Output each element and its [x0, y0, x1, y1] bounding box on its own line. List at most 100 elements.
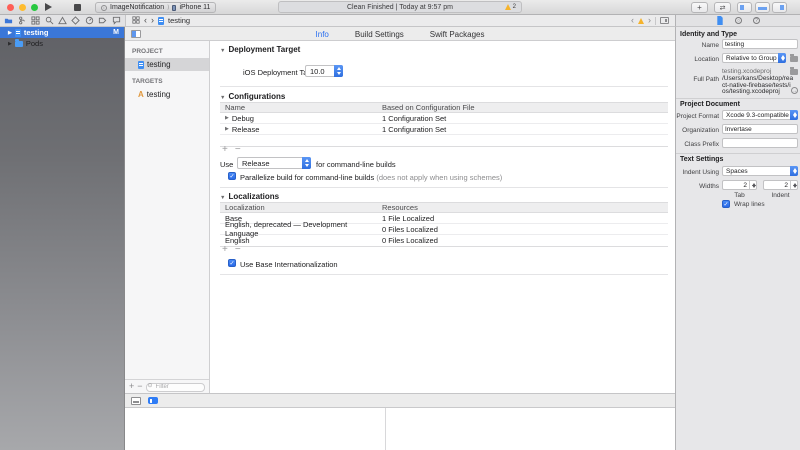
previous-issue-button[interactable]: ‹ — [631, 16, 634, 25]
inspector-panel-icon — [780, 5, 784, 10]
window-controls — [7, 4, 38, 11]
toggle-navigator-button[interactable] — [737, 2, 752, 13]
remove-localization-button[interactable]: − — [235, 244, 248, 255]
disclosure-triangle-icon[interactable]: ▶ — [8, 30, 12, 36]
table-row[interactable]: English 0 Files Localized — [220, 235, 668, 246]
toggle-inspector-button[interactable] — [772, 2, 787, 13]
debug-console — [125, 408, 675, 450]
dropdown-stepper-icon — [790, 110, 798, 120]
ios-deployment-target-dropdown[interactable]: 10.0 — [305, 65, 343, 77]
add-target-button[interactable]: + — [129, 382, 134, 391]
parallelize-checkbox[interactable]: ✓ — [228, 172, 236, 180]
related-items-icon[interactable] — [132, 16, 140, 26]
open-path-arrow-icon[interactable]: → — [791, 87, 798, 94]
issue-warning-icon[interactable] — [638, 18, 644, 24]
command-line-config-dropdown[interactable]: Release — [237, 157, 311, 169]
location-dropdown[interactable]: Relative to Group — [722, 53, 786, 63]
project-navigator: ▶ testing M ▶ Pods — [0, 27, 125, 450]
minimize-window-button[interactable] — [19, 4, 26, 11]
history-inspector-icon[interactable]: ○ — [735, 17, 742, 24]
next-issue-button[interactable]: › — [648, 16, 651, 25]
back-button[interactable]: ‹ — [144, 16, 147, 25]
project-file-name: testing.xcodeproj — [722, 68, 771, 75]
add-localization-button[interactable]: + — [222, 244, 235, 255]
device-icon — [172, 5, 176, 11]
hide-debug-area-icon[interactable] — [131, 397, 141, 405]
base-internationalization-checkbox[interactable]: ✓ — [228, 259, 236, 267]
add-configuration-button[interactable]: + — [222, 144, 235, 155]
table-row[interactable]: ▶Debug 1 Configuration Set — [220, 113, 668, 124]
indent-width-stepper[interactable]: 2 — [763, 180, 798, 190]
divider — [676, 153, 800, 154]
remove-configuration-button[interactable]: − — [235, 144, 248, 155]
tab-info[interactable]: Info — [316, 30, 329, 39]
section-deployment-target: ▼Deployment Target — [220, 45, 300, 54]
library-button[interactable]: + — [691, 2, 708, 13]
jump-bar-file-name[interactable]: testing — [168, 16, 190, 25]
base-internationalization-label: Use Base Internationalization — [240, 260, 338, 269]
disclosure-down-icon[interactable]: ▼ — [220, 95, 225, 101]
navigator-item-label: Pods — [26, 39, 43, 48]
tab-width-stepper[interactable]: 2 — [722, 180, 757, 190]
organization-field[interactable] — [722, 124, 798, 134]
stepper-arrows-icon[interactable] — [749, 181, 756, 189]
class-prefix-label: Class Prefix — [676, 141, 719, 148]
debug-area-active-icon[interactable] — [148, 397, 158, 404]
section-divider — [220, 274, 668, 275]
choose-location-folder-icon[interactable] — [790, 56, 798, 62]
swap-arrows-icon: ⇄ — [720, 4, 726, 12]
stop-button[interactable] — [74, 4, 81, 11]
table-row[interactable]: ▶Release 1 Configuration Set — [220, 124, 668, 135]
sidebar-filter-bar: + − ⊙ — [125, 379, 209, 393]
indent-using-dropdown[interactable]: Spaces — [722, 166, 798, 176]
disclosure-down-icon[interactable]: ▼ — [220, 195, 225, 201]
project-item-label: testing — [147, 60, 171, 69]
navigator-item-pods[interactable]: ▶ Pods — [0, 38, 124, 49]
tab-build-settings[interactable]: Build Settings — [355, 30, 404, 39]
scheme-target-icon: i — [101, 5, 107, 11]
warning-counter[interactable]: 2 — [505, 4, 516, 10]
tab-swift-packages[interactable]: Swift Packages — [430, 30, 485, 39]
jump-bar: ‹ › testing ‹ › — [125, 15, 675, 27]
config-add-remove: +− — [222, 144, 248, 155]
filter-icon: ⊙ — [148, 382, 153, 389]
table-row[interactable]: English, deprecated — Development Langua… — [220, 224, 668, 235]
disclosure-down-icon[interactable]: ▼ — [220, 48, 225, 54]
class-prefix-field[interactable] — [722, 138, 798, 148]
indent-using-label: Indent Using — [676, 169, 719, 176]
console-split-divider[interactable] — [385, 408, 386, 450]
close-window-button[interactable] — [7, 4, 14, 11]
project-item-testing[interactable]: testing — [125, 58, 209, 71]
filter-input[interactable] — [146, 383, 205, 392]
divider — [655, 17, 656, 25]
identity-type-header: Identity and Type — [680, 31, 737, 38]
inspector-panel: Identity and Type Name Location Relative… — [675, 27, 800, 450]
run-button[interactable] — [45, 3, 52, 11]
zoom-window-button[interactable] — [31, 4, 38, 11]
project-info-editor: ▼Deployment Target iOS Deployment Target… — [210, 41, 675, 393]
quick-help-inspector-icon[interactable]: ? — [753, 17, 760, 24]
dropdown-stepper-icon — [790, 166, 798, 176]
parallelize-note: (does not apply when using schemes) — [376, 173, 502, 182]
toggle-debug-area-button[interactable] — [755, 2, 770, 13]
configurations-table: Name Based on Configuration File ▶Debug … — [220, 102, 668, 147]
disclosure-triangle-icon[interactable]: ▶ — [8, 41, 12, 47]
column-name: Name — [220, 103, 380, 112]
wrap-lines-checkbox[interactable]: ✓ — [722, 200, 730, 208]
stepper-arrows-icon[interactable] — [790, 181, 797, 189]
section-divider — [220, 187, 668, 188]
tab-caption: Tab — [722, 192, 757, 199]
disclosure-triangle-icon[interactable]: ▶ — [225, 126, 229, 132]
forward-button[interactable]: › — [151, 16, 154, 25]
target-item-testing[interactable]: A testing — [125, 88, 209, 101]
navigator-item-testing[interactable]: ▶ testing M — [0, 27, 124, 38]
scheme-target-label: ImageNotification — [110, 4, 164, 11]
name-label: Name — [676, 42, 719, 49]
remove-target-button[interactable]: − — [137, 382, 142, 391]
localization-add-remove: +− — [222, 244, 248, 255]
full-path-label: Full Path — [676, 76, 719, 83]
project-format-dropdown[interactable]: Xcode 9.3-compatible — [722, 110, 798, 120]
disclosure-triangle-icon[interactable]: ▶ — [225, 115, 229, 121]
name-field[interactable] — [722, 39, 798, 49]
editor-layout-icon[interactable] — [660, 17, 669, 24]
